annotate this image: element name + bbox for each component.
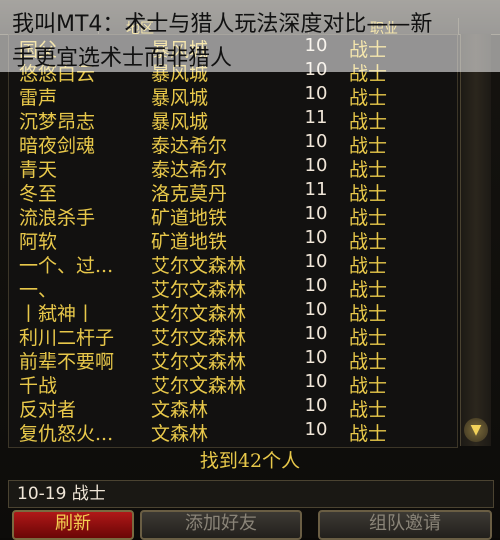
article-title-line-2: 手更宜选术士而非猎人	[12, 46, 233, 71]
player-class: 战士	[349, 183, 388, 205]
player-name: 沉梦昂志	[19, 111, 96, 133]
player-row[interactable]: 流浪杀手 矿道地铁 10 战士	[9, 203, 457, 229]
list-scrollbar[interactable]: ▼	[460, 34, 491, 446]
player-name: 利川二杆子	[19, 327, 115, 349]
player-zone: 艾尔文森林	[151, 351, 247, 373]
player-row[interactable]: 千战 艾尔文森林 10 战士	[9, 371, 457, 397]
player-zone: 矿道地铁	[151, 231, 228, 253]
player-name: 青天	[19, 159, 58, 181]
player-zone: 暴风城	[151, 111, 209, 133]
player-row[interactable]: 青天 泰达希尔 10 战士	[9, 155, 457, 181]
player-level: 11	[304, 107, 328, 128]
player-zone: 泰达希尔	[151, 159, 228, 181]
player-class: 战士	[349, 255, 388, 277]
who-window: 地区 职业 我叫MT4：术士与猎人玩法深度对比——新 手更宜选术士而非猎人 国父…	[0, 0, 500, 540]
player-name: 雷声	[19, 87, 58, 109]
player-zone: 暴风城	[151, 87, 209, 109]
player-class: 战士	[349, 207, 388, 229]
player-name: 阿软	[19, 231, 58, 253]
player-name: 千战	[19, 375, 58, 397]
player-row[interactable]: 暗夜剑魂 泰达希尔 10 战士	[9, 131, 457, 157]
player-zone: 文森林	[151, 399, 209, 421]
player-class: 战士	[349, 399, 388, 421]
player-class: 战士	[349, 351, 388, 373]
player-row[interactable]: 阿软 矿道地铁 10 战士	[9, 227, 457, 253]
player-level: 10	[304, 419, 328, 440]
player-level: 10	[304, 323, 328, 344]
player-class: 战士	[349, 423, 388, 445]
player-level: 10	[304, 299, 328, 320]
player-list: 国父暴风城10战士悠悠白云暴风城10战士雷声暴风城10战士沉梦昂志暴风城11战士…	[8, 34, 458, 448]
player-name: 暗夜剑魂	[19, 135, 96, 157]
player-name: 前辈不要啊	[19, 351, 115, 373]
group-invite-button[interactable]: 组队邀请	[318, 510, 492, 540]
add-friend-button[interactable]: 添加好友	[140, 510, 302, 540]
player-level: 10	[304, 347, 328, 368]
player-row[interactable]: 复仇怒火... 文森林 10 战士	[9, 419, 457, 445]
player-level: 10	[304, 131, 328, 152]
player-name: 丨弑神丨	[19, 303, 96, 325]
scroll-down-icon[interactable]: ▼	[464, 418, 488, 442]
player-class: 战士	[349, 279, 388, 301]
player-name: 冬至	[19, 183, 58, 205]
player-row[interactable]: 丨弑神丨 艾尔文森林 10 战士	[9, 299, 457, 325]
player-class: 战士	[349, 327, 388, 349]
player-zone: 艾尔文森林	[151, 255, 247, 277]
results-count: 找到42个人	[199, 450, 301, 472]
player-zone: 艾尔文森林	[151, 327, 247, 349]
player-level: 10	[304, 203, 328, 224]
player-class: 战士	[349, 87, 388, 109]
player-level: 10	[304, 155, 328, 176]
player-level: 10	[304, 251, 328, 272]
player-name: 一、	[19, 279, 58, 301]
player-level: 10	[304, 83, 328, 104]
player-zone: 矿道地铁	[151, 207, 228, 229]
player-name: 复仇怒火...	[19, 423, 114, 445]
article-title-line-1: 我叫MT4：术士与猎人玩法深度对比——新	[12, 12, 433, 37]
player-class: 战士	[349, 135, 388, 157]
player-zone: 艾尔文森林	[151, 303, 247, 325]
player-class: 战士	[349, 375, 388, 397]
player-zone: 文森林	[151, 423, 209, 445]
refresh-button[interactable]: 刷新	[12, 510, 134, 540]
player-level: 10	[304, 371, 328, 392]
player-name: 流浪杀手	[19, 207, 96, 229]
player-level: 10	[304, 227, 328, 248]
player-row[interactable]: 一个、过... 艾尔文森林 10 战士	[9, 251, 457, 277]
player-zone: 泰达希尔	[151, 135, 228, 157]
player-level: 10	[304, 395, 328, 416]
player-class: 战士	[349, 303, 388, 325]
player-row[interactable]: 沉梦昂志 暴风城 11 战士	[9, 107, 457, 133]
player-zone: 艾尔文森林	[151, 375, 247, 397]
player-zone: 艾尔文森林	[151, 279, 247, 301]
player-class: 战士	[349, 231, 388, 253]
player-row[interactable]: 冬至 洛克莫丹 11 战士	[9, 179, 457, 205]
player-class: 战士	[349, 159, 388, 181]
player-name: 反对者	[19, 399, 77, 421]
who-query-input[interactable]: 10-19 战士	[8, 480, 494, 508]
player-zone: 洛克莫丹	[151, 183, 228, 205]
player-row[interactable]: 利川二杆子 艾尔文森林 10 战士	[9, 323, 457, 349]
player-level: 11	[304, 179, 328, 200]
player-level: 10	[304, 275, 328, 296]
player-row[interactable]: 反对者 文森林 10 战士	[9, 395, 457, 421]
player-row[interactable]: 一、 艾尔文森林 10 战士	[9, 275, 457, 301]
player-name: 一个、过...	[19, 255, 114, 277]
player-row[interactable]: 雷声 暴风城 10 战士	[9, 83, 457, 109]
article-title-overlay: 我叫MT4：术士与猎人玩法深度对比——新 手更宜选术士而非猎人	[0, 0, 500, 72]
player-row[interactable]: 前辈不要啊 艾尔文森林 10 战士	[9, 347, 457, 373]
player-class: 战士	[349, 111, 388, 133]
